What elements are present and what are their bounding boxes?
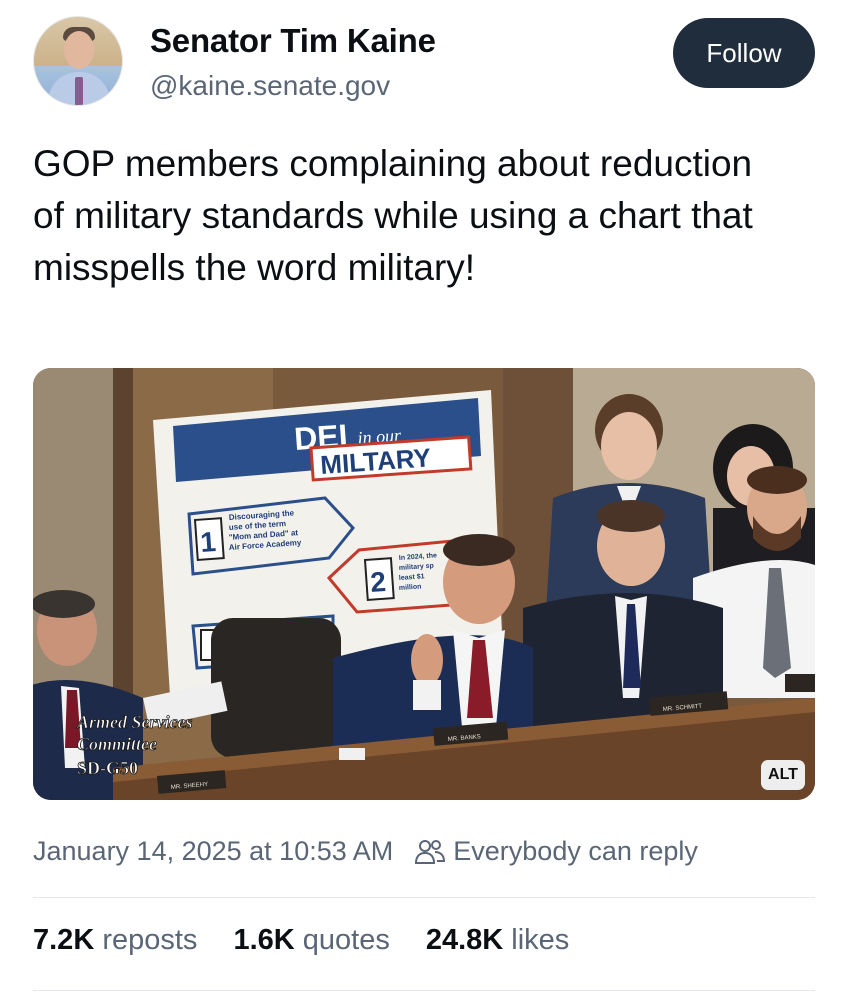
post-stats: 7.2K reposts 1.6K quotes 24.8K likes <box>33 924 605 957</box>
alt-badge[interactable]: ALT <box>761 760 805 790</box>
caption-line1: Armed Services <box>76 712 192 732</box>
post-timestamp[interactable]: January 14, 2025 at 10:53 AM <box>33 836 393 867</box>
author-name[interactable]: Senator Tim Kaine <box>150 22 436 60</box>
caption-line3: SD-G50 <box>77 758 138 778</box>
reply-setting-text: Everybody can reply <box>453 836 698 866</box>
post-header: Senator Tim Kaine @kaine.senate.gov Foll… <box>33 16 815 108</box>
author-handle[interactable]: @kaine.senate.gov <box>150 70 390 102</box>
sign-item1-number: 1 <box>199 526 217 558</box>
divider <box>33 897 815 898</box>
stat-likes[interactable]: 24.8K likes <box>426 924 569 957</box>
stat-quotes[interactable]: 1.6K quotes <box>233 924 389 957</box>
people-icon <box>413 837 447 867</box>
avatar[interactable] <box>33 16 123 106</box>
sign-item2-number: 2 <box>369 566 387 598</box>
post-image[interactable]: DEI in our MILTARY 1 Discouraging the us… <box>33 368 815 800</box>
follow-button[interactable]: Follow <box>673 18 815 88</box>
post-meta: January 14, 2025 at 10:53 AM Everybody c… <box>33 836 698 867</box>
post-text: GOP members complaining about reduction … <box>33 143 753 288</box>
caption-line2: Committee <box>77 734 157 754</box>
divider <box>33 990 815 991</box>
stat-reposts[interactable]: 7.2K reposts <box>33 924 197 957</box>
